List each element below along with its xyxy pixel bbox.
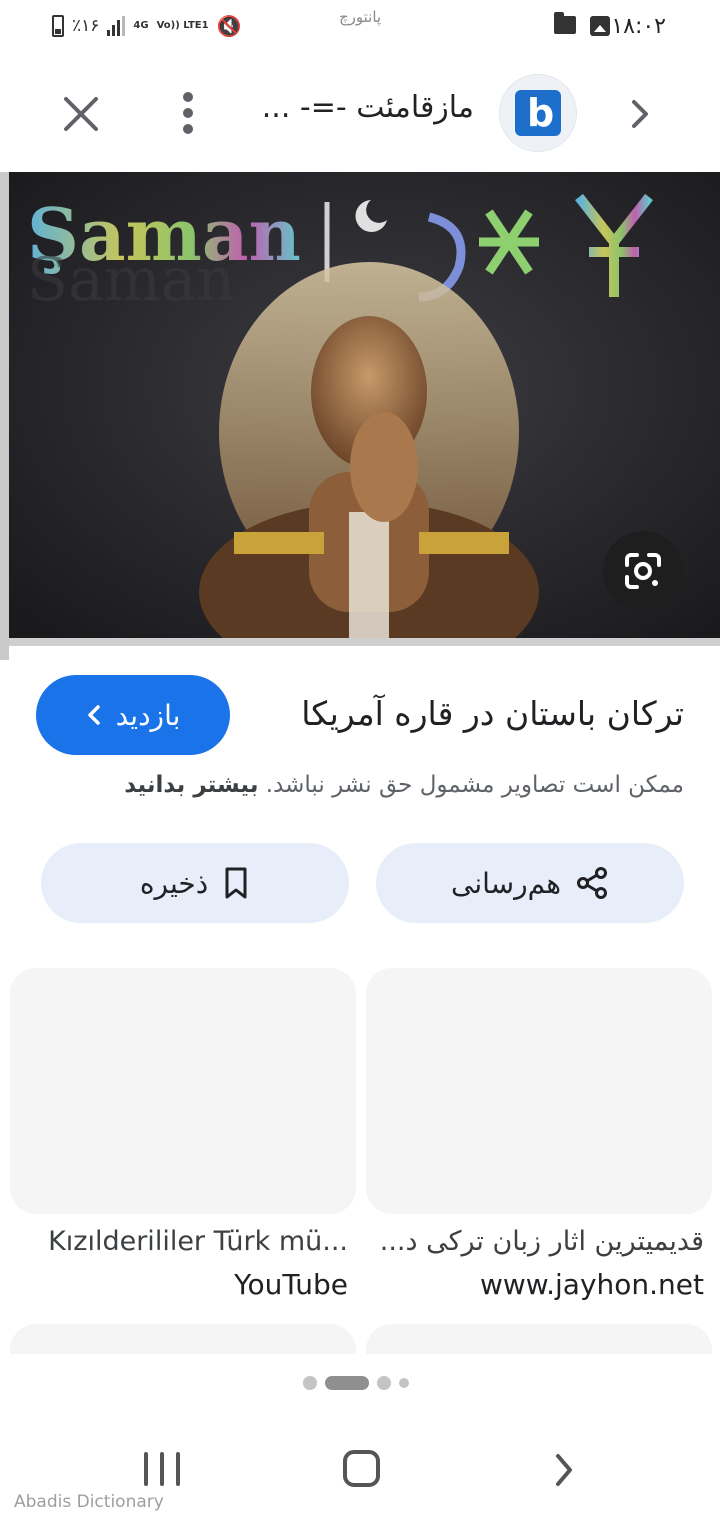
related-card[interactable]: Kızılderililer Türk mü... YouTube: [10, 968, 356, 1301]
related-card-thumbnail: [10, 968, 356, 1214]
related-card-source: www.jayhon.net: [479, 1268, 704, 1301]
viewer-header: مازقامئت -=- ... b: [0, 54, 720, 172]
page-dot: [303, 1376, 317, 1390]
related-card-source: YouTube: [234, 1268, 348, 1301]
site-logo[interactable]: b: [499, 74, 577, 152]
copyright-notice: ممکن است تصاویر مشمول حق نشر نباشد. بیشت…: [124, 772, 684, 798]
lens-icon: [625, 553, 661, 589]
result-title: ترکان باستان در قاره آمریکا: [301, 694, 684, 733]
recents-icon: [144, 1452, 148, 1486]
watermark: Abadis Dictionary: [14, 1492, 164, 1512]
status-notification-icons: [554, 12, 610, 36]
page-dot: [377, 1376, 391, 1390]
share-icon: [577, 867, 608, 899]
chevron-right-icon: [632, 100, 648, 128]
bookmark-icon: [225, 867, 247, 899]
related-card-partial[interactable]: [10, 1324, 356, 1354]
share-button-label: هم‌رسانی: [450, 866, 562, 900]
site-logo-icon: b: [515, 90, 561, 136]
more-vert-icon: [183, 92, 193, 134]
save-button[interactable]: ذخیره: [41, 843, 349, 923]
nav-back-button[interactable]: [550, 1452, 578, 1488]
related-card-title: Kızılderililer Türk mü...: [48, 1226, 348, 1257]
related-card-thumbnail: [366, 968, 712, 1214]
status-bar: ٪۱۶ 4G Vo)) LTE1 🔇 پانتورچ ۱۸:۰۲: [0, 0, 720, 54]
result-image[interactable]: Şaman Saman: [9, 172, 720, 646]
page-indicator: [303, 1376, 409, 1390]
recents-button[interactable]: [144, 1452, 180, 1486]
status-time: ۱۸:۰۲: [611, 14, 666, 39]
page-dot: [399, 1378, 409, 1388]
learn-more-link[interactable]: بیشتر بدانید: [124, 772, 258, 798]
page-dot-active: [325, 1376, 369, 1390]
related-card[interactable]: قدیمیترین اثار زبان ترکی د... www.jayhon…: [366, 968, 712, 1301]
close-icon: [64, 97, 98, 131]
source-title[interactable]: مازقامئت -=- ...: [262, 90, 474, 125]
folder-icon: [554, 12, 576, 34]
more-options-button[interactable]: [172, 90, 204, 136]
visit-button[interactable]: بازدید: [36, 675, 230, 755]
chevron-left-icon: [87, 705, 100, 725]
related-card-title: قدیمیترین اثار زبان ترکی د...: [379, 1226, 704, 1257]
related-card-partial[interactable]: [366, 1324, 712, 1354]
gallery-icon: [590, 16, 610, 36]
home-button[interactable]: [343, 1450, 380, 1487]
svg-text:Saman: Saman: [27, 245, 235, 315]
save-button-label: ذخیره: [139, 866, 209, 900]
nav-chevron-icon: [556, 1454, 572, 1486]
copyright-text: ممکن است تصاویر مشمول حق نشر نباشد.: [265, 772, 684, 798]
google-lens-button[interactable]: [603, 531, 683, 611]
share-button[interactable]: هم‌رسانی: [376, 843, 684, 923]
back-button[interactable]: [622, 94, 658, 134]
close-button[interactable]: [58, 91, 104, 137]
visit-button-label: بازدید: [115, 698, 181, 732]
